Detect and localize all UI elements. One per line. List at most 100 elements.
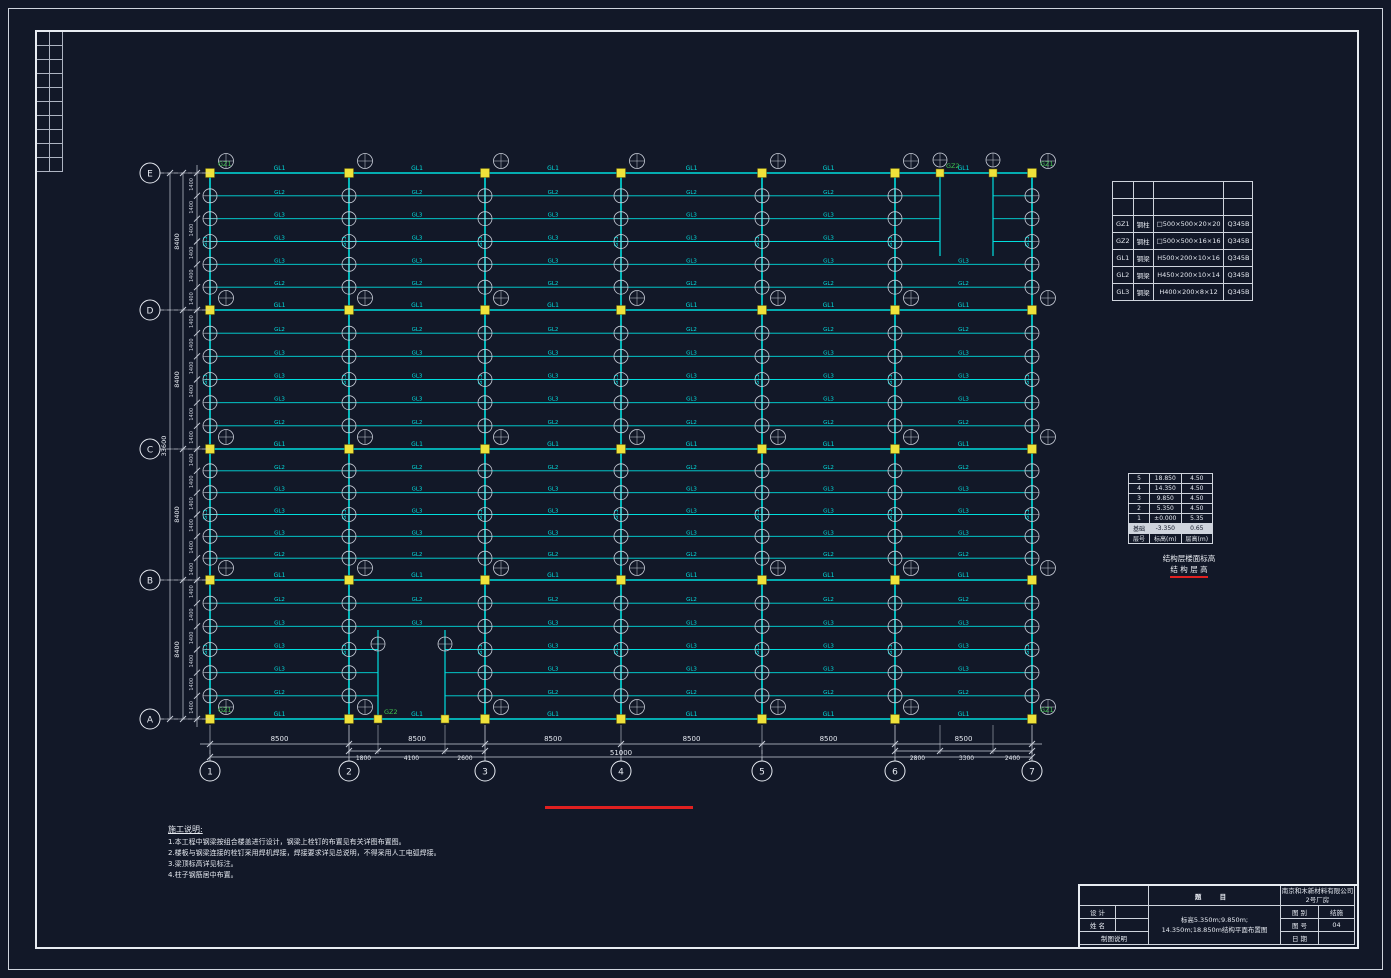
svg-text:GL2: GL2	[412, 190, 423, 196]
svg-text:GL1: GL1	[342, 509, 348, 520]
project-name: 南京和木新材料有限公司 2号厂房	[1281, 886, 1355, 906]
cell: 4.50	[1181, 494, 1213, 504]
svg-text:GL1: GL1	[411, 302, 423, 309]
svg-text:2800: 2800	[910, 755, 925, 762]
cell: 2	[1129, 504, 1150, 514]
cell: 5	[1129, 474, 1150, 484]
svg-text:GL2: GL2	[686, 690, 697, 696]
svg-text:GL3: GL3	[958, 509, 969, 515]
svg-text:GL3: GL3	[823, 667, 834, 673]
svg-text:GL3: GL3	[274, 509, 285, 515]
svg-text:GL3: GL3	[686, 667, 697, 673]
svg-text:8400: 8400	[173, 506, 181, 523]
cell	[1224, 182, 1253, 199]
svg-text:GL1: GL1	[958, 572, 970, 579]
svg-text:GL3: GL3	[823, 236, 834, 242]
svg-text:GL1: GL1	[958, 441, 970, 448]
svg-text:GL3: GL3	[958, 667, 969, 673]
beam-labels: GL1 GL1 GL1 GL1 GL1 GL2 GL3 GL3 GL3 GL2 GL2 GL3 GL3 G…	[203, 160, 1054, 718]
svg-text:GL2: GL2	[686, 597, 697, 603]
svg-text:1400: 1400	[189, 563, 195, 576]
cell: GL1	[1113, 250, 1134, 267]
svg-text:GL1: GL1	[478, 236, 484, 247]
elevation-row: 414.3504.50	[1129, 484, 1213, 494]
cell: Q345B	[1224, 216, 1253, 233]
svg-text:GL3: GL3	[686, 236, 697, 242]
svg-text:1400: 1400	[189, 338, 195, 351]
elevation-row: 1±0.0005.35	[1129, 514, 1213, 524]
member-schedule-table: GZ1钢柱□500×500×20×20Q345BGZ2钢柱□500×500×16…	[1112, 181, 1253, 301]
svg-text:GL3: GL3	[686, 487, 697, 493]
title-block-blank	[1080, 886, 1149, 906]
axis-bubbles: 1234567EDCBA	[140, 163, 1042, 781]
svg-text:GL3: GL3	[412, 620, 423, 626]
svg-text:GL2: GL2	[548, 597, 559, 603]
svg-text:GL3: GL3	[958, 350, 969, 356]
svg-text:GL3: GL3	[274, 667, 285, 673]
svg-text:GL3: GL3	[274, 487, 285, 493]
cell: 1	[1129, 514, 1150, 524]
svg-text:GL3: GL3	[412, 350, 423, 356]
svg-text:GL1: GL1	[755, 644, 761, 655]
cell: Q345B	[1224, 233, 1253, 250]
cell	[1133, 199, 1153, 216]
svg-text:GL3: GL3	[412, 487, 423, 493]
svg-text:GL1: GL1	[1025, 509, 1031, 520]
svg-text:2400: 2400	[1005, 755, 1020, 762]
field-value: 04	[1319, 919, 1355, 932]
cell: Q345B	[1224, 250, 1253, 267]
svg-text:B: B	[147, 577, 153, 587]
svg-text:GL2: GL2	[274, 327, 285, 333]
cell: 钢梁	[1133, 284, 1153, 301]
cell: 5.35	[1181, 514, 1213, 524]
svg-text:GL3: GL3	[274, 350, 285, 356]
svg-text:GL2: GL2	[548, 690, 559, 696]
svg-text:8400: 8400	[173, 233, 181, 250]
svg-text:GL2: GL2	[274, 190, 285, 196]
svg-text:GL2: GL2	[958, 465, 969, 471]
svg-text:GL2: GL2	[958, 690, 969, 696]
left-row-label: 设 计	[1080, 906, 1116, 919]
cell: □500×500×20×20	[1153, 216, 1224, 233]
svg-text:GL2: GL2	[958, 597, 969, 603]
cell: 4.50	[1181, 504, 1213, 514]
cell	[1133, 182, 1153, 199]
cell: 9.850	[1150, 494, 1182, 504]
cell: 5.350	[1150, 504, 1182, 514]
svg-text:GL3: GL3	[274, 620, 285, 626]
svg-text:8500: 8500	[683, 735, 701, 743]
svg-text:GL1: GL1	[478, 644, 484, 655]
field-value: 结施	[1319, 906, 1355, 919]
svg-text:GL2: GL2	[412, 420, 423, 426]
svg-text:GL2: GL2	[548, 327, 559, 333]
svg-text:1: 1	[207, 768, 213, 778]
svg-text:GL1: GL1	[274, 711, 286, 718]
svg-text:3: 3	[482, 768, 488, 778]
svg-text:GL1: GL1	[755, 374, 761, 385]
svg-text:2: 2	[346, 768, 352, 778]
cell: H450×200×10×14	[1153, 267, 1224, 284]
svg-text:GL3: GL3	[958, 620, 969, 626]
svg-text:GL2: GL2	[686, 420, 697, 426]
svg-text:GL1: GL1	[686, 441, 698, 448]
svg-text:GL1: GL1	[547, 441, 559, 448]
svg-text:1400: 1400	[189, 632, 195, 645]
svg-text:GL2: GL2	[412, 597, 423, 603]
svg-text:GL3: GL3	[686, 374, 697, 380]
field-value	[1319, 932, 1355, 945]
svg-text:GL1: GL1	[614, 644, 620, 655]
svg-text:GL2: GL2	[274, 465, 285, 471]
svg-text:GL2: GL2	[958, 281, 969, 287]
svg-text:GL1: GL1	[411, 572, 423, 579]
svg-text:GL2: GL2	[958, 327, 969, 333]
svg-text:GL1: GL1	[274, 572, 286, 579]
svg-text:GL3: GL3	[823, 620, 834, 626]
title-block: 题 目 南京和木新材料有限公司 2号厂房 设 计 姓 名 制图说明 标高5.35…	[1078, 884, 1359, 949]
svg-text:8500: 8500	[955, 735, 973, 743]
joint-circles	[203, 153, 1056, 715]
svg-text:GZ1: GZ1	[1040, 160, 1054, 168]
svg-text:GL3: GL3	[823, 374, 834, 380]
left-row-value	[1116, 906, 1149, 919]
svg-text:GL2: GL2	[958, 552, 969, 558]
cell: -3.350	[1150, 524, 1182, 534]
